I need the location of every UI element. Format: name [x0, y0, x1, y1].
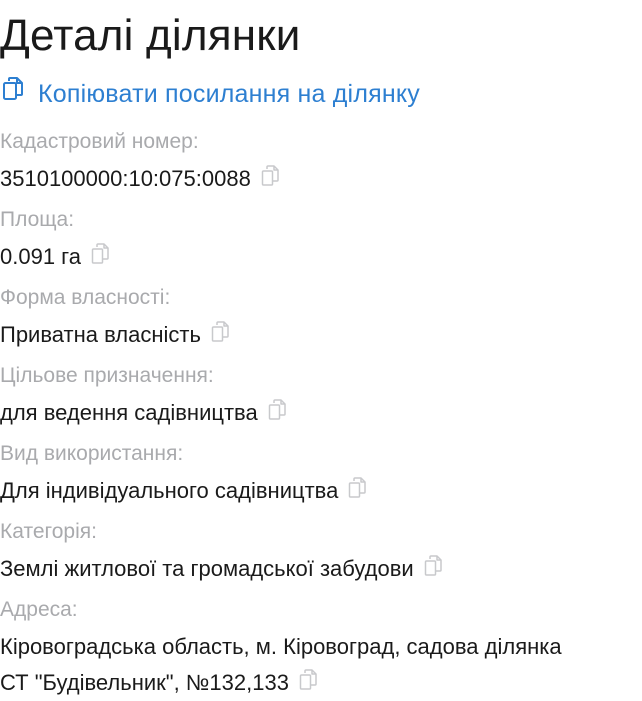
address-line-2: СТ "Будівельник", №132,133	[0, 670, 289, 695]
field-category: Категорія: Землі житлової та громадської…	[0, 517, 642, 584]
purpose-label: Цільове призначення:	[0, 364, 214, 387]
field-purpose: Цільове призначення: для ведення садівни…	[0, 361, 642, 428]
page-title: Деталі ділянки	[0, 11, 301, 60]
copy-icon[interactable]	[268, 399, 286, 421]
usage-label: Вид використання:	[0, 442, 184, 465]
field-cadastral: Кадастровий номер: 3510100000:10:075:008…	[0, 127, 642, 194]
copy-link-label: Копіювати посилання на ділянку	[38, 79, 420, 108]
category-label: Категорія:	[0, 520, 97, 543]
copy-icon[interactable]	[299, 669, 317, 691]
address-line-1: Кіровоградська область, м. Кіровоград, с…	[0, 634, 562, 659]
copy-icon[interactable]	[91, 243, 109, 265]
usage-value: Для індивідуального садівництва	[0, 478, 339, 503]
ownership-label: Форма власності:	[0, 286, 171, 309]
copy-icon[interactable]	[348, 477, 367, 499]
area-label: Площа:	[0, 208, 75, 231]
copy-link-icon	[2, 76, 24, 102]
copy-icon[interactable]	[261, 165, 279, 187]
purpose-value: для ведення садівництва	[0, 400, 258, 425]
ownership-value: Приватна власність	[0, 322, 201, 347]
address-label: Адреса:	[0, 598, 78, 621]
field-area: Площа: 0.091 га	[0, 205, 642, 272]
cadastral-label: Кадастровий номер:	[0, 130, 199, 153]
copy-icon[interactable]	[424, 555, 442, 577]
field-address: Адреса: Кіровоградська область, м. Кіров…	[0, 595, 642, 701]
cadastral-value: 3510100000:10:075:0088	[0, 166, 251, 191]
copy-link-button[interactable]: Копіювати посилання на ділянку	[2, 74, 420, 114]
area-value: 0.091 га	[0, 244, 81, 269]
category-value: Землі житлової та громадської забудови	[0, 556, 414, 581]
field-ownership: Форма власності: Приватна власність	[0, 283, 642, 350]
copy-icon[interactable]	[211, 321, 229, 343]
field-usage: Вид використання: Для індивідуального са…	[0, 439, 642, 506]
